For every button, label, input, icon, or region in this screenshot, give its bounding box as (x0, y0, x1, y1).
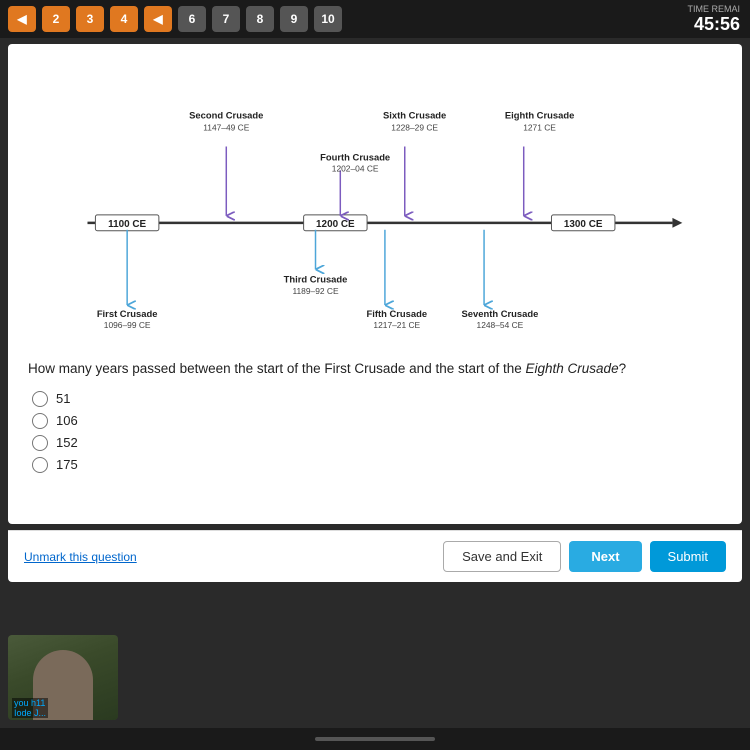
svg-text:1202–04 CE: 1202–04 CE (332, 163, 379, 173)
timeline-section: 1100 CE 1200 CE 1300 CE Second Crusade 1… (8, 44, 742, 354)
nav-btn-8[interactable]: 8 (246, 6, 274, 32)
svg-text:1300 CE: 1300 CE (564, 219, 603, 230)
svg-text:1100 CE: 1100 CE (108, 219, 146, 230)
svg-text:1096–99 CE: 1096–99 CE (104, 320, 151, 330)
taskbar-indicator (315, 737, 435, 741)
webcam-video: you h11Iode J... (8, 635, 118, 720)
svg-text:Third Crusade: Third Crusade (284, 273, 348, 284)
nav-btn-3[interactable]: 3 (76, 6, 104, 32)
nav-btn-10[interactable]: 10 (314, 6, 342, 32)
svg-text:1271 CE: 1271 CE (523, 123, 556, 133)
taskbar (0, 728, 750, 750)
answer-options: 51 106 152 175 (28, 391, 722, 473)
nav-btn-7[interactable]: 7 (212, 6, 240, 32)
answer-option-106[interactable]: 106 (32, 413, 722, 429)
question-text-italic: Eighth Crusade (526, 361, 619, 376)
unmark-button[interactable]: Unmark this question (24, 550, 137, 564)
next-button[interactable]: Next (569, 541, 641, 572)
question-text-end: ? (619, 361, 627, 376)
radio-175[interactable] (32, 457, 48, 473)
answer-label-51: 51 (56, 391, 70, 406)
svg-text:Sixth Crusade: Sixth Crusade (383, 110, 446, 121)
answer-option-175[interactable]: 175 (32, 457, 722, 473)
svg-text:Eighth Crusade: Eighth Crusade (505, 110, 575, 121)
nav-btn-9[interactable]: 9 (280, 6, 308, 32)
save-exit-button[interactable]: Save and Exit (443, 541, 561, 572)
radio-152[interactable] (32, 435, 48, 451)
svg-text:1189–92 CE: 1189–92 CE (292, 286, 339, 296)
webcam-display: you h11Iode J... (8, 635, 118, 720)
question-section: How many years passed between the start … (8, 354, 742, 473)
quiz-container: 1100 CE 1200 CE 1300 CE Second Crusade 1… (8, 44, 742, 524)
svg-text:First Crusade: First Crusade (97, 308, 158, 319)
svg-text:1248–54 CE: 1248–54 CE (477, 320, 524, 330)
svg-text:1217–21 CE: 1217–21 CE (373, 320, 420, 330)
nav-btn-2[interactable]: 2 (42, 6, 70, 32)
svg-text:1228–29 CE: 1228–29 CE (391, 123, 438, 133)
webcam-user-label: you h11Iode J... (12, 698, 48, 718)
footer-bar: Unmark this question Save and Exit Next … (8, 530, 742, 582)
svg-text:Fifth Crusade: Fifth Crusade (366, 308, 427, 319)
back-button-2[interactable]: ◀ (144, 6, 172, 32)
back-button-1[interactable]: ◀ (8, 6, 36, 32)
svg-text:1200 CE: 1200 CE (316, 219, 355, 230)
answer-label-175: 175 (56, 457, 78, 472)
answer-option-51[interactable]: 51 (32, 391, 722, 407)
timeline-svg: 1100 CE 1200 CE 1300 CE Second Crusade 1… (28, 58, 722, 348)
radio-51[interactable] (32, 391, 48, 407)
nav-btn-6[interactable]: 6 (178, 6, 206, 32)
svg-text:Second Crusade: Second Crusade (189, 110, 263, 121)
top-navigation-bar: ◀ 2 3 4 ◀ 6 7 8 9 10 TIME REMAI 45:56 (0, 0, 750, 38)
question-text: How many years passed between the start … (28, 360, 722, 379)
footer-action-buttons: Save and Exit Next Submit (443, 541, 726, 572)
svg-text:Fourth Crusade: Fourth Crusade (320, 151, 390, 162)
radio-106[interactable] (32, 413, 48, 429)
answer-option-152[interactable]: 152 (32, 435, 722, 451)
svg-text:1147–49 CE: 1147–49 CE (203, 123, 250, 133)
svg-text:Seventh Crusade: Seventh Crusade (461, 308, 538, 319)
nav-btn-4[interactable]: 4 (110, 6, 138, 32)
timer-value: 45:56 (694, 14, 740, 35)
timer-display: TIME REMAI 45:56 (687, 0, 740, 38)
question-text-plain: How many years passed between the start … (28, 361, 526, 376)
submit-button[interactable]: Submit (650, 541, 726, 572)
answer-label-106: 106 (56, 413, 78, 428)
timer-label: TIME REMAI (687, 4, 740, 14)
answer-label-152: 152 (56, 435, 78, 450)
